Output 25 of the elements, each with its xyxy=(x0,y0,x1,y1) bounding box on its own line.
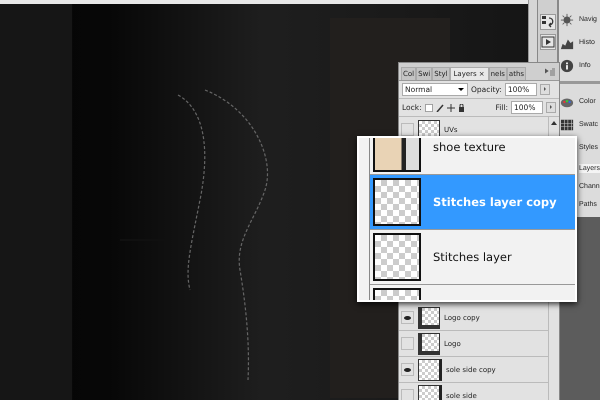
arrow-button[interactable] xyxy=(540,84,550,95)
layer-thumbnail xyxy=(373,178,421,226)
visibility-toggle[interactable] xyxy=(401,389,414,400)
grid-icon[interactable] xyxy=(560,118,574,132)
history-icon[interactable] xyxy=(540,14,556,30)
play-icon[interactable] xyxy=(540,34,556,50)
visibility-toggle[interactable] xyxy=(401,363,414,376)
menu-icon[interactable] xyxy=(545,68,555,76)
layer-thumbnail xyxy=(418,384,442,400)
scroll-up-button[interactable] xyxy=(551,121,557,125)
layer-thumbnail xyxy=(418,306,440,328)
visibility-toggle[interactable] xyxy=(401,311,414,324)
layer-thumbnail xyxy=(373,138,421,172)
arrow-button[interactable] xyxy=(546,102,556,113)
info-icon[interactable] xyxy=(560,58,574,72)
scrollbar[interactable] xyxy=(528,0,537,62)
layer-thumbnail xyxy=(418,358,442,380)
layer-thumbnail xyxy=(373,233,421,281)
lock-icons-drawing[interactable] xyxy=(424,104,465,112)
sun-icon[interactable] xyxy=(560,12,574,26)
layer-row[interactable]: shoe texture xyxy=(370,138,575,175)
layer-row[interactable]: Stitches layer xyxy=(370,230,575,285)
layer-thumbnail xyxy=(418,332,440,354)
visibility-toggle[interactable] xyxy=(401,337,414,350)
visibility-toggle[interactable] xyxy=(401,123,414,136)
